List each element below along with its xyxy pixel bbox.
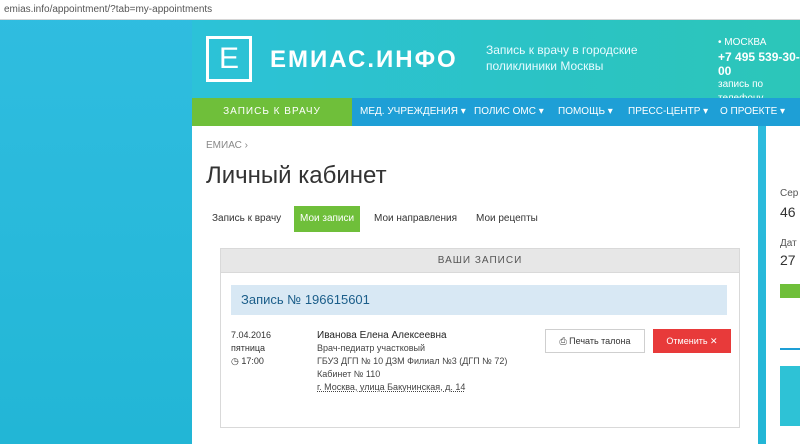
breadcrumb[interactable]: ЕМИАС › xyxy=(206,140,248,151)
nav-item-oms[interactable]: ПОЛИС ОМС ▾ xyxy=(474,98,544,126)
appointments-panel: ВАШИ ЗАПИСИ Запись № 196615601 7.04.2016… xyxy=(220,248,740,428)
sidebar-divider xyxy=(780,348,800,350)
nav-item-about[interactable]: О ПРОЕКТЕ ▾ xyxy=(720,98,785,126)
record-time: ◷ 17:00 xyxy=(231,356,264,366)
sidebar-value-2: 27 xyxy=(780,252,796,268)
tab-my-appointments[interactable]: Мои записи xyxy=(294,206,361,232)
tab-appointment[interactable]: Запись к врачу xyxy=(206,206,287,232)
site-header: Е ЕМИАС.ИНФО Запись к врачу в городские … xyxy=(192,20,800,104)
record-details: Иванова Елена Алексеевна Врач-педиатр уч… xyxy=(317,329,537,394)
phone-number[interactable]: +7 495 539-30-00 xyxy=(718,50,800,78)
tab-my-referrals[interactable]: Мои направления xyxy=(368,206,463,232)
contact-block: • МОСКВА +7 495 539-30-00 запись по теле… xyxy=(718,36,800,106)
doctor-specialty: Врач-педиатр участковый xyxy=(317,343,426,353)
sidebar-green-bar[interactable] xyxy=(780,284,800,298)
sidebar-banner[interactable] xyxy=(780,366,800,426)
nav-appointment-button[interactable]: ЗАПИСЬ К ВРАЧУ xyxy=(192,98,352,126)
sidebar-label-1: Сер xyxy=(780,188,799,199)
nav-item-clinics[interactable]: МЕД. УЧРЕЖДЕНИЯ ▾ xyxy=(360,98,466,126)
cancel-appointment-button[interactable]: Отменить ✕ xyxy=(653,329,731,353)
print-ticket-button[interactable]: ⎙ Печать талона xyxy=(545,329,645,353)
room-number: Кабинет № 110 xyxy=(317,369,381,379)
logo-icon[interactable]: Е xyxy=(206,36,252,82)
tagline: Запись к врачу в городские поликлиники М… xyxy=(486,43,638,73)
main-nav: ЗАПИСЬ К ВРАЧУ МЕД. УЧРЕЖДЕНИЯ ▾ ПОЛИС О… xyxy=(192,98,800,126)
clinic-address[interactable]: г. Москва, улица Бакунинская, д. 14 xyxy=(317,381,537,394)
logo-text[interactable]: ЕМИАС.ИНФО xyxy=(270,46,458,74)
nav-item-help[interactable]: ПОМОЩЬ ▾ xyxy=(558,98,613,126)
clinic-name: ГБУЗ ДГП № 10 ДЗМ Филиал №3 (ДГП № 72) xyxy=(317,356,508,366)
sidebar-value-1: 46 xyxy=(780,204,796,220)
nav-item-press[interactable]: ПРЕСС-ЦЕНТР ▾ xyxy=(628,98,708,126)
panel-header: ВАШИ ЗАПИСИ xyxy=(221,249,739,273)
page-title: Личный кабинет xyxy=(206,162,387,189)
main-content: ЕМИАС › Личный кабинет Запись к врачу Мо… xyxy=(192,126,758,444)
sidebar-label-2: Дат xyxy=(780,238,797,249)
record-weekday: пятница xyxy=(231,343,266,353)
doctor-name: Иванова Елена Алексеевна xyxy=(317,330,447,341)
city-label: • МОСКВА xyxy=(718,37,767,48)
address-bar[interactable]: emias.info/appointment/?tab=my-appointme… xyxy=(0,0,800,20)
sidebar-widget: Сер 46 Дат 27 xyxy=(766,126,800,444)
record-number: Запись № 196615601 xyxy=(231,285,727,315)
tab-my-prescriptions[interactable]: Мои рецепты xyxy=(470,206,544,232)
record-datetime: 7.04.2016 пятница ◷ 17:00 xyxy=(231,329,271,368)
record-date: 7.04.2016 xyxy=(231,330,272,340)
